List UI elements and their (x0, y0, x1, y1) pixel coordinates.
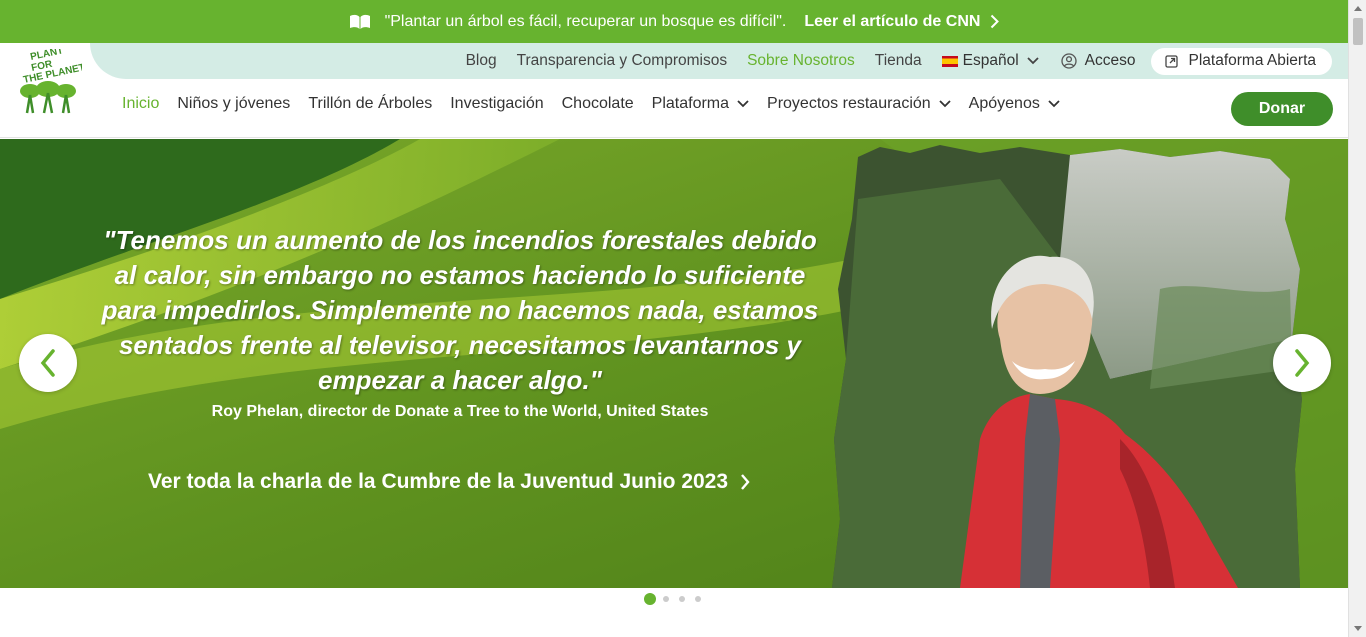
nav-platform-label: Plataforma (651, 95, 730, 112)
scroll-up-arrow-icon[interactable] (1354, 6, 1362, 11)
site-header: PLANT FOR THE PLANET Blog Transparencia … (0, 43, 1348, 138)
external-link-icon (1165, 54, 1179, 68)
nav-platform[interactable]: Plataforma (652, 95, 749, 113)
chevron-down-icon (737, 100, 749, 108)
nav-support[interactable]: Apóyenos (969, 95, 1060, 113)
scroll-down-arrow-icon[interactable] (1354, 626, 1362, 631)
blog-link[interactable]: Blog (466, 52, 497, 70)
slider-prev-button[interactable] (19, 334, 77, 392)
language-label: Español (962, 52, 1019, 69)
nav-chocolate[interactable]: Chocolate (562, 95, 634, 113)
watch-talk-label: Ver toda la charla de la Cumbre de la Ju… (148, 470, 729, 493)
carousel-dot-1[interactable] (644, 593, 656, 605)
announcement-bar: "Plantar un árbol es fácil, recuperar un… (0, 0, 1348, 43)
open-platform-button[interactable]: Plataforma Abierta (1151, 47, 1332, 75)
nav-support-label: Apóyenos (968, 95, 1040, 112)
hero-quote: "Tenemos un aumento de los incendios for… (80, 223, 840, 398)
slider-next-button[interactable] (1273, 334, 1331, 392)
page-scrollbar[interactable] (1348, 0, 1366, 637)
chevron-right-icon (1295, 349, 1310, 377)
carousel-dot-4[interactable] (695, 596, 701, 602)
hero-quote-line: para impedirlos. Simplemente no hacemos … (101, 295, 819, 325)
hero-attribution: Roy Phelan, director de Donate a Tree to… (211, 403, 709, 420)
hero-quote-line: al calor, sin embargo no estamos haciend… (114, 260, 806, 290)
about-link[interactable]: Sobre Nosotros (747, 52, 855, 70)
shop-link[interactable]: Tienda (875, 52, 922, 70)
transparency-link[interactable]: Transparencia y Compromisos (517, 52, 727, 70)
login-link[interactable]: Acceso (1060, 52, 1136, 70)
nav-research[interactable]: Investigación (450, 95, 543, 113)
carousel-dot-3[interactable] (679, 596, 685, 602)
cnn-article-label: Leer el artículo de CNN (804, 12, 981, 30)
hero-quote-line: empezar a hacer algo." (317, 365, 602, 395)
scroll-thumb[interactable] (1353, 18, 1363, 45)
chevron-left-icon (40, 349, 55, 377)
hero-quote-line: "Tenemos un aumento de los incendios for… (103, 225, 817, 255)
chevron-down-icon (939, 100, 951, 108)
utility-nav: Blog Transparencia y Compromisos Sobre N… (466, 43, 1332, 79)
nav-projects-label: Proyectos restauración (767, 95, 931, 112)
hero-slider: "Tenemos un aumento de los incendios for… (0, 139, 1348, 588)
hero-quote-line: sentados frente al televisor, necesitamo… (118, 330, 802, 360)
main-nav: Inicio Niños y jóvenes Trillón de Árbole… (122, 95, 1078, 113)
carousel-dots (644, 593, 711, 605)
watch-talk-link[interactable]: Ver toda la charla de la Cumbre de la Ju… (148, 470, 750, 494)
book-icon (349, 14, 370, 29)
chevron-down-icon (1027, 57, 1039, 65)
language-selector[interactable]: Español (941, 52, 1039, 70)
nav-kids[interactable]: Niños y jóvenes (177, 95, 290, 113)
user-icon (1060, 53, 1077, 69)
nav-trillion[interactable]: Trillón de Árboles (308, 95, 432, 113)
donate-button[interactable]: Donar (1231, 92, 1333, 126)
carousel-dot-2[interactable] (663, 596, 669, 602)
chevron-right-icon (741, 474, 750, 490)
spain-flag-icon (941, 55, 958, 67)
announcement-quote: "Plantar un árbol es fácil, recuperar un… (384, 12, 787, 30)
plant-for-the-planet-logo[interactable]: PLANT FOR THE PLANET (14, 49, 82, 115)
cnn-article-link[interactable]: Leer el artículo de CNN (804, 12, 1000, 31)
login-label: Acceso (1084, 52, 1136, 69)
nav-projects[interactable]: Proyectos restauración (767, 95, 951, 113)
open-platform-label: Plataforma Abierta (1188, 52, 1316, 69)
nav-home[interactable]: Inicio (122, 95, 159, 113)
chevron-right-icon (991, 14, 1000, 29)
chevron-down-icon (1048, 100, 1060, 108)
